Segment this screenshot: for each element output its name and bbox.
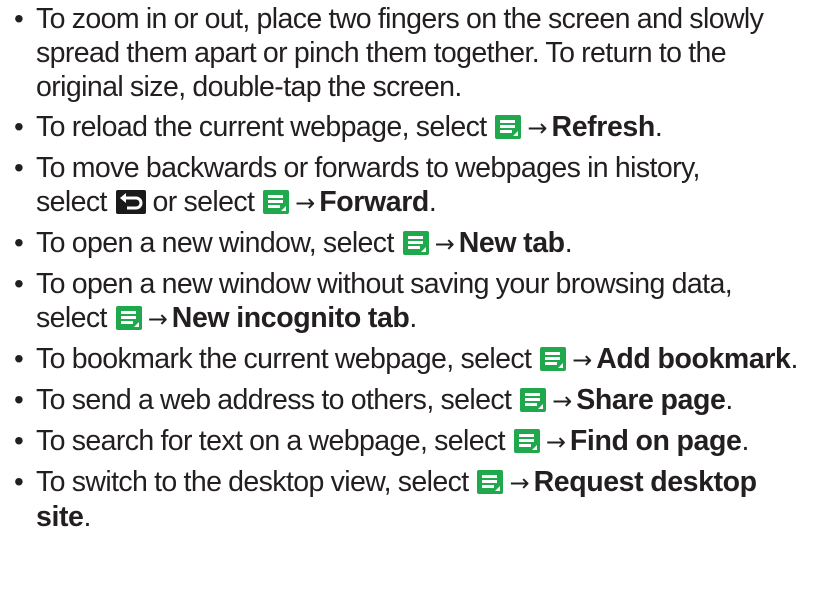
action-label: Share page	[576, 384, 726, 416]
item-text: To move backwards or forwards to webpage…	[36, 152, 700, 184]
bullet: •	[14, 425, 24, 456]
list-item-refresh: • To reload the current webpage, select …	[10, 110, 814, 145]
arrow-icon: →	[295, 189, 316, 217]
back-key-icon	[115, 190, 146, 214]
arrow-icon: →	[572, 346, 593, 374]
list-item-history: • To move backwards or forwards to webpa…	[10, 151, 814, 220]
item-text: To zoom in or out, place two fingers on …	[36, 3, 764, 103]
action-label: New incognito tab	[171, 302, 410, 334]
menu-key-icon	[263, 190, 290, 214]
bullet: •	[14, 466, 24, 497]
menu-key-icon	[520, 388, 547, 412]
period: .	[409, 302, 417, 334]
list-item-find: • To search for text on a webpage, selec…	[10, 424, 814, 459]
item-text: To reload the current webpage, select	[36, 111, 487, 143]
bullet: •	[14, 343, 24, 374]
action-label: Add bookmark	[596, 343, 791, 375]
period: .	[654, 111, 663, 143]
item-text: To send a web address to others, select	[36, 384, 512, 416]
bullet: •	[14, 268, 24, 299]
action-label: Find on page	[569, 425, 742, 457]
list-item-new-tab: • To open a new window, select → New tab.	[10, 226, 814, 261]
menu-key-icon	[402, 231, 429, 255]
arrow-icon: →	[509, 469, 530, 497]
menu-key-icon	[540, 347, 567, 371]
list-item-desktop-site: • To switch to the desktop view, select …	[10, 465, 814, 534]
action-label: Refresh	[551, 111, 656, 143]
arrow-icon: →	[147, 305, 168, 333]
action-label: Forward	[319, 186, 429, 218]
period: .	[83, 501, 92, 533]
period: .	[564, 227, 573, 259]
bullet: •	[14, 111, 24, 142]
arrow-icon: →	[545, 428, 566, 456]
bullet: •	[14, 3, 24, 34]
bullet: •	[14, 227, 24, 258]
bullet: •	[14, 384, 24, 415]
arrow-icon: →	[434, 230, 455, 258]
menu-key-icon	[513, 429, 540, 453]
item-text-select: select	[36, 186, 107, 218]
menu-key-icon	[477, 470, 504, 494]
item-text: To open a new window, select	[36, 227, 394, 259]
arrow-icon: →	[552, 387, 573, 415]
list-item-zoom: • To zoom in or out, place two fingers o…	[10, 2, 814, 104]
item-text-select: select	[36, 302, 107, 334]
item-text-or-select: or select	[152, 186, 255, 218]
period: .	[428, 186, 437, 218]
item-text: To switch to the desktop view, select	[36, 466, 469, 498]
item-text: To search for text on a webpage, select	[36, 425, 506, 457]
arrow-icon: →	[527, 114, 548, 142]
list-item-bookmark: • To bookmark the current webpage, selec…	[10, 342, 814, 377]
period: .	[725, 384, 733, 416]
manual-page: • To zoom in or out, place two fingers o…	[0, 0, 824, 591]
action-label: New tab	[458, 227, 565, 259]
menu-key-icon	[115, 306, 142, 330]
period: .	[790, 343, 798, 375]
list-item-incognito: • To open a new window without saving yo…	[10, 267, 814, 336]
bullet: •	[14, 152, 24, 183]
item-text: To bookmark the current webpage, select	[36, 343, 532, 375]
menu-key-icon	[495, 115, 522, 139]
period: .	[741, 425, 749, 457]
item-text: To open a new window without saving your…	[36, 268, 733, 300]
list-item-share: • To send a web address to others, selec…	[10, 383, 814, 418]
browser-tips-list: • To zoom in or out, place two fingers o…	[10, 2, 814, 534]
